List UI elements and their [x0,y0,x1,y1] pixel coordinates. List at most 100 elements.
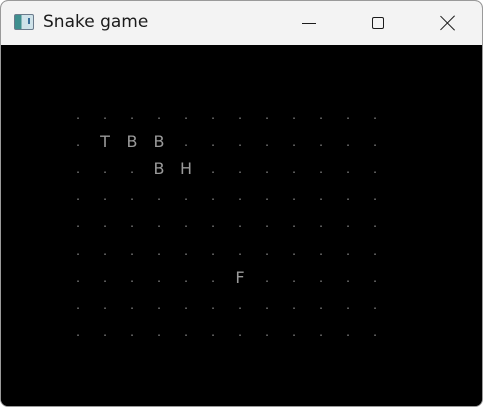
empty-cell: . [184,189,188,204]
empty-cell: . [292,297,296,312]
empty-cell: . [265,135,269,150]
empty-cell: . [130,243,134,258]
empty-cell: . [211,216,215,231]
empty-cell: . [157,108,161,122]
empty-cell: . [103,324,107,339]
empty-cell: . [211,270,215,285]
empty-cell: . [76,243,80,258]
empty-cell: . [265,189,269,204]
empty-cell: . [346,108,350,122]
empty-cell: . [265,270,269,285]
empty-cell: . [76,270,80,285]
empty-cell: . [346,297,350,312]
empty-cell: . [238,216,242,231]
empty-cell: . [157,189,161,204]
empty-cell: . [373,216,377,231]
empty-cell: . [373,324,377,339]
empty-cell: . [319,216,323,231]
empty-cell: . [211,189,215,204]
empty-cell: . [130,162,134,177]
empty-cell: . [157,324,161,339]
empty-cell: . [265,324,269,339]
empty-cell: . [238,189,242,204]
minimize-button[interactable] [286,1,332,45]
empty-cell: . [76,135,80,150]
empty-cell: . [373,189,377,204]
empty-cell: . [211,324,215,339]
empty-cell: . [184,108,188,122]
empty-cell: . [130,297,134,312]
empty-cell: . [319,162,323,177]
empty-cell: . [184,243,188,258]
empty-cell: . [292,108,296,122]
empty-cell: . [292,243,296,258]
empty-cell: . [292,162,296,177]
empty-cell: . [346,324,350,339]
empty-cell: . [292,135,296,150]
maximize-icon [372,17,384,29]
empty-cell: . [265,108,269,122]
empty-cell: . [157,297,161,312]
title-bar[interactable]: Snake game [1,1,482,45]
empty-cell: . [265,297,269,312]
empty-cell: . [211,162,215,177]
empty-cell: . [130,108,134,122]
empty-cell: . [103,108,107,122]
empty-cell: . [184,216,188,231]
snake-body: B [153,132,165,152]
empty-cell: . [319,108,323,122]
empty-cell: . [184,270,188,285]
close-button[interactable] [425,1,471,45]
empty-cell: . [373,270,377,285]
empty-cell: . [76,324,80,339]
game-board[interactable]: .............TBB...........BH...........… [1,45,482,406]
empty-cell: . [346,216,350,231]
empty-cell: . [76,297,80,312]
app-window: Snake game .............TBB...........BH… [0,0,483,407]
empty-cell: . [157,216,161,231]
maximize-button[interactable] [355,1,401,45]
empty-cell: . [238,324,242,339]
empty-cell: . [238,108,242,122]
empty-cell: . [319,135,323,150]
empty-cell: . [103,297,107,312]
empty-cell: . [157,243,161,258]
empty-cell: . [103,270,107,285]
empty-cell: . [184,135,188,150]
close-icon [440,15,456,31]
empty-cell: . [76,108,80,122]
empty-cell: . [76,189,80,204]
empty-cell: . [265,243,269,258]
empty-cell: . [373,162,377,177]
app-window-icon [14,14,34,30]
empty-cell: . [130,216,134,231]
empty-cell: . [373,243,377,258]
empty-cell: . [103,243,107,258]
empty-cell: . [292,270,296,285]
empty-cell: . [211,243,215,258]
empty-cell: . [103,162,107,177]
empty-cell: . [211,108,215,122]
snake-body: B [126,132,138,152]
empty-cell: . [292,189,296,204]
empty-cell: . [130,270,134,285]
empty-cell: . [346,189,350,204]
snake-body: B [153,159,165,179]
empty-cell: . [319,297,323,312]
empty-cell: . [103,189,107,204]
empty-cell: . [76,216,80,231]
empty-cell: . [76,162,80,177]
empty-cell: . [346,162,350,177]
empty-cell: . [292,216,296,231]
empty-cell: . [346,270,350,285]
empty-cell: . [184,324,188,339]
empty-cell: . [292,324,296,339]
empty-cell: . [346,135,350,150]
snake-head: H [179,159,193,179]
minimize-icon [302,22,316,24]
empty-cell: . [265,162,269,177]
empty-cell: . [157,270,161,285]
empty-cell: . [103,216,107,231]
empty-cell: . [373,297,377,312]
empty-cell: . [265,216,269,231]
